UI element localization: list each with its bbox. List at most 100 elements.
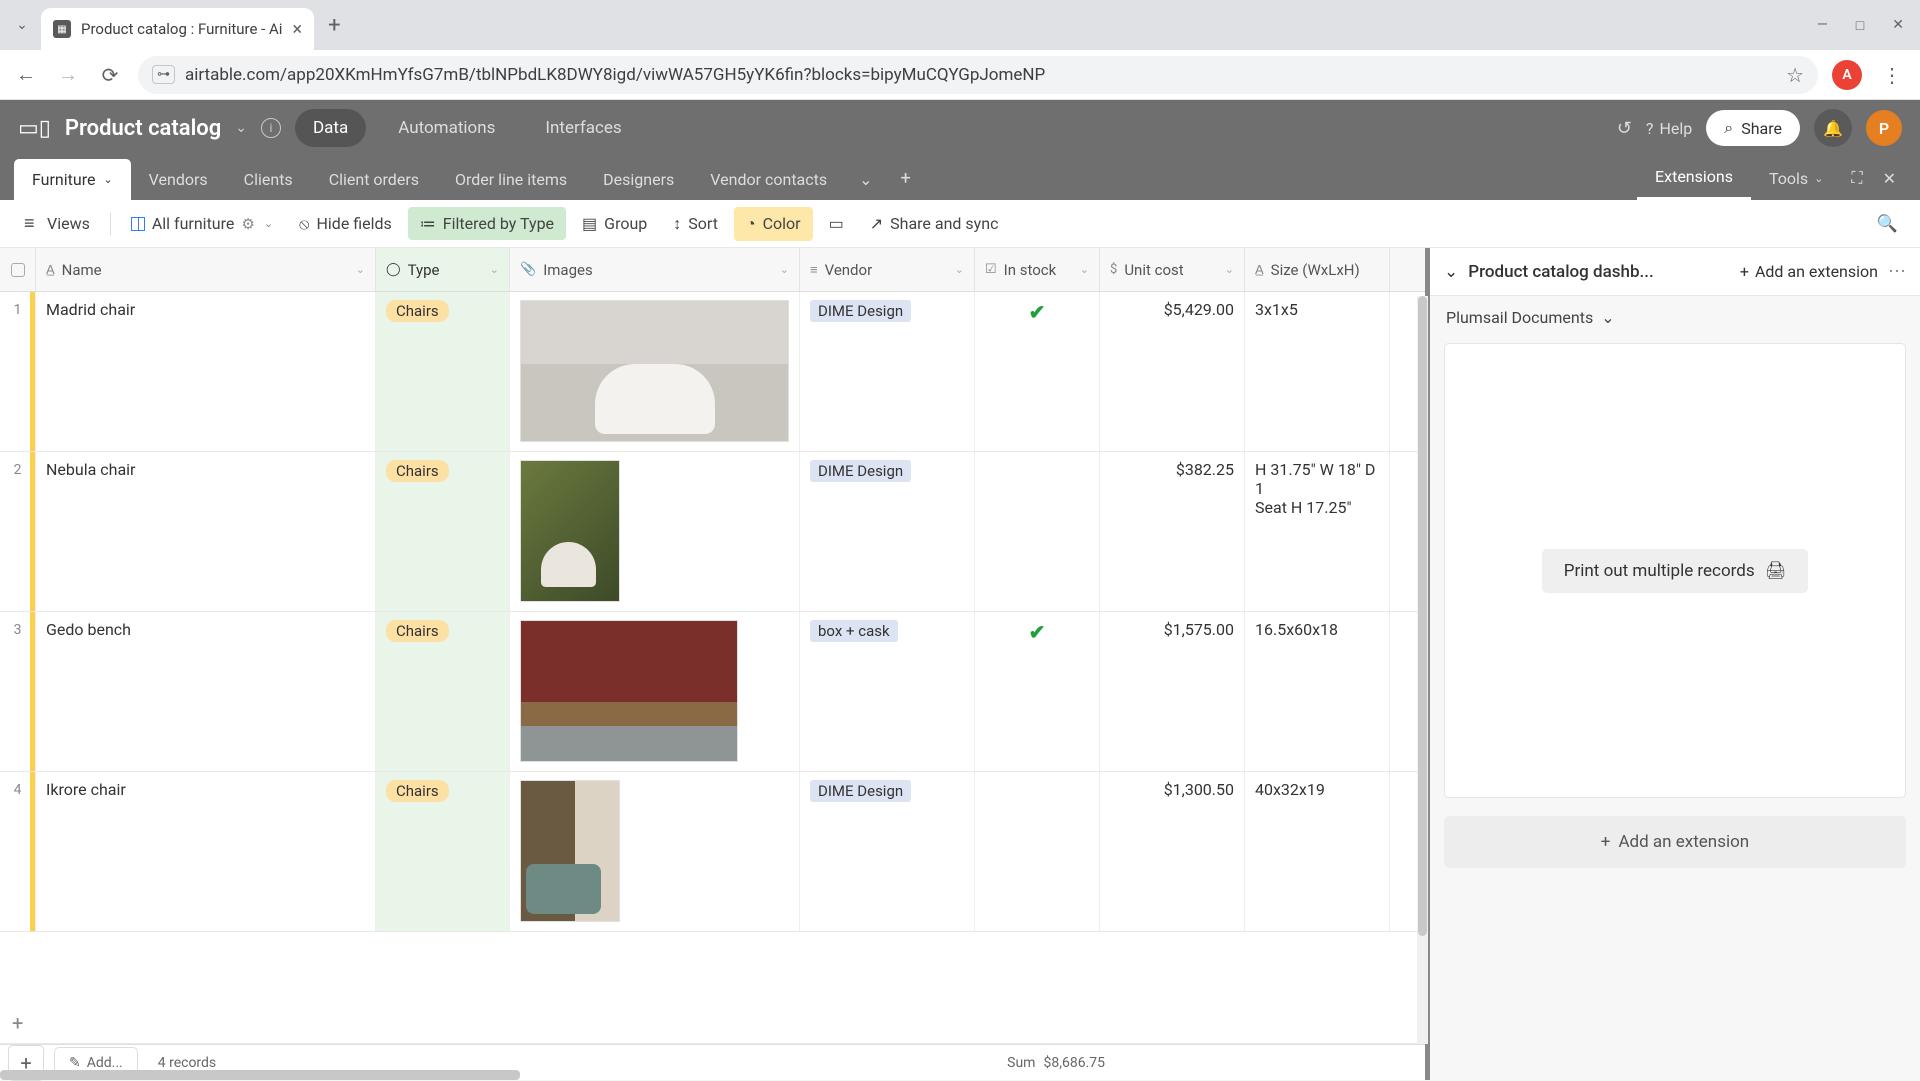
chevron-down-icon[interactable]: ⌄ bbox=[356, 263, 365, 276]
cell-unit-cost[interactable]: $1,300.50 bbox=[1100, 772, 1245, 931]
chevron-down-icon[interactable]: ⌄ bbox=[1225, 263, 1234, 276]
table-tab-designers[interactable]: Designers bbox=[585, 159, 692, 200]
vertical-scrollbar[interactable] bbox=[1417, 296, 1428, 1044]
nav-forward-icon[interactable]: → bbox=[54, 61, 82, 89]
select-all-checkbox[interactable] bbox=[0, 248, 36, 291]
cell-vendor[interactable]: box + cask bbox=[800, 612, 975, 771]
tab-search-dropdown[interactable]: ⌄ bbox=[8, 11, 36, 39]
image-thumbnail[interactable] bbox=[520, 780, 620, 922]
share-sync-button[interactable]: ↗Share and sync bbox=[860, 207, 1009, 240]
column-header-vendor[interactable]: ≡Vendor⌄ bbox=[800, 248, 975, 291]
chrome-menu-icon[interactable]: ⋮ bbox=[1876, 63, 1908, 87]
window-close-icon[interactable]: ✕ bbox=[1892, 17, 1904, 34]
table-row[interactable]: 4Ikrore chairChairsDIME Design$1,300.504… bbox=[0, 772, 1425, 932]
tools-tab[interactable]: Tools⌄ bbox=[1751, 158, 1841, 199]
extensions-tab[interactable]: Extensions bbox=[1637, 156, 1751, 200]
window-minimize-icon[interactable]: — bbox=[1817, 17, 1828, 34]
cell-size[interactable]: H 31.75" W 18" D 1 Seat H 17.25" bbox=[1245, 452, 1390, 611]
dashboard-title[interactable]: Product catalog dashb... bbox=[1468, 262, 1730, 282]
horizontal-scrollbar[interactable] bbox=[0, 1070, 520, 1080]
cell-name[interactable]: Gedo bench bbox=[36, 612, 376, 771]
table-row[interactable]: 3Gedo benchChairsbox + cask✔$1,575.0016.… bbox=[0, 612, 1425, 772]
site-controls-icon[interactable]: ⊶ bbox=[152, 65, 175, 84]
cell-vendor[interactable]: DIME Design bbox=[800, 292, 975, 451]
collapse-icon[interactable]: ⌄ bbox=[1444, 262, 1458, 282]
column-header-in-stock[interactable]: ☑In stock⌄ bbox=[975, 248, 1100, 291]
chrome-profile-avatar[interactable]: A bbox=[1832, 60, 1862, 90]
table-row[interactable]: 2Nebula chairChairsDIME Design$382.25H 3… bbox=[0, 452, 1425, 612]
chevron-down-icon[interactable]: ⌄ bbox=[1080, 263, 1089, 276]
chevron-down-icon[interactable]: ⌄ bbox=[955, 263, 964, 276]
cell-images[interactable] bbox=[510, 772, 800, 931]
column-header-name[interactable]: A̲Name⌄ bbox=[36, 248, 376, 291]
image-thumbnail[interactable] bbox=[520, 620, 738, 762]
image-thumbnail[interactable] bbox=[520, 460, 620, 602]
notifications-button[interactable]: 🔔 bbox=[1814, 109, 1852, 147]
table-tab-vendor-contacts[interactable]: Vendor contacts bbox=[692, 159, 845, 200]
column-header-type[interactable]: ◯Type⌄ bbox=[376, 248, 510, 291]
cell-unit-cost[interactable]: $5,429.00 bbox=[1100, 292, 1245, 451]
window-maximize-icon[interactable]: □ bbox=[1856, 17, 1864, 34]
info-icon[interactable]: i bbox=[261, 118, 281, 138]
hide-fields-button[interactable]: ⦸Hide fields bbox=[289, 207, 402, 241]
chevron-down-icon[interactable]: ⌄ bbox=[490, 263, 499, 276]
table-tab-clients[interactable]: Clients bbox=[226, 159, 311, 200]
search-button[interactable]: 🔍 bbox=[1869, 206, 1906, 242]
cell-type[interactable]: Chairs bbox=[376, 772, 510, 931]
cell-unit-cost[interactable]: $382.25 bbox=[1100, 452, 1245, 611]
column-header-size[interactable]: A̲Size (WxLxH) bbox=[1245, 248, 1390, 291]
group-button[interactable]: ▤Group bbox=[572, 207, 657, 240]
chevron-down-icon[interactable]: ⌄ bbox=[780, 263, 789, 276]
add-record-button[interactable]: + bbox=[0, 1002, 1425, 1044]
nav-reload-icon[interactable]: ⟳ bbox=[96, 61, 124, 89]
browser-tab[interactable]: ▦ Product catalog : Furniture - Ai × bbox=[41, 8, 314, 50]
column-header-images[interactable]: 📎Images⌄ bbox=[510, 248, 800, 291]
column-header-unit-cost[interactable]: $Unit cost⌄ bbox=[1100, 248, 1245, 291]
table-tab-more-icon[interactable]: ⌄ bbox=[845, 159, 886, 200]
share-button[interactable]: ⌕Share bbox=[1706, 110, 1800, 146]
bookmark-star-icon[interactable]: ☆ bbox=[1786, 63, 1804, 87]
cell-in-stock[interactable]: ✔ bbox=[975, 292, 1100, 451]
add-table-button[interactable]: + bbox=[887, 157, 925, 200]
cell-images[interactable] bbox=[510, 612, 800, 771]
image-thumbnail[interactable] bbox=[520, 300, 789, 442]
base-title[interactable]: Product catalog bbox=[65, 116, 221, 141]
help-button[interactable]: ?Help bbox=[1646, 119, 1692, 138]
history-icon[interactable]: ↺ bbox=[1617, 118, 1632, 139]
extension-block-header[interactable]: Plumsail Documents⌄ bbox=[1430, 296, 1920, 339]
add-extension-link[interactable]: +Add an extension bbox=[1740, 262, 1878, 281]
cell-images[interactable] bbox=[510, 292, 800, 451]
cell-images[interactable] bbox=[510, 452, 800, 611]
row-height-button[interactable]: ▭ bbox=[819, 207, 854, 240]
add-extension-button[interactable]: +Add an extension bbox=[1444, 816, 1906, 868]
cell-name[interactable]: Nebula chair bbox=[36, 452, 376, 611]
cell-size[interactable]: 16.5x60x18 bbox=[1245, 612, 1390, 771]
cell-size[interactable]: 3x1x5 bbox=[1245, 292, 1390, 451]
cell-in-stock[interactable] bbox=[975, 452, 1100, 611]
nav-automations[interactable]: Automations bbox=[380, 109, 513, 147]
print-records-button[interactable]: Print out multiple records🖨 bbox=[1542, 549, 1808, 593]
tab-close-icon[interactable]: × bbox=[292, 19, 302, 40]
cell-type[interactable]: Chairs bbox=[376, 452, 510, 611]
new-tab-button[interactable]: + bbox=[328, 13, 340, 38]
cell-name[interactable]: Madrid chair bbox=[36, 292, 376, 451]
summary-cell[interactable]: Sum$8,686.75 bbox=[1007, 1055, 1105, 1071]
cell-name[interactable]: Ikrore chair bbox=[36, 772, 376, 931]
cell-vendor[interactable]: DIME Design bbox=[800, 452, 975, 611]
user-avatar[interactable]: P bbox=[1866, 110, 1902, 146]
cell-vendor[interactable]: DIME Design bbox=[800, 772, 975, 931]
nav-back-icon[interactable]: ← bbox=[12, 61, 40, 89]
cell-in-stock[interactable] bbox=[975, 772, 1100, 931]
table-tab-client-orders[interactable]: Client orders bbox=[311, 159, 437, 200]
table-row[interactable]: 1Madrid chairChairsDIME Design✔$5,429.00… bbox=[0, 292, 1425, 452]
filter-button[interactable]: ≔Filtered by Type bbox=[408, 207, 566, 240]
sort-button[interactable]: ↕Sort bbox=[663, 207, 728, 241]
close-panel-icon[interactable]: ✕ bbox=[1873, 158, 1906, 199]
table-tab-order-line-items[interactable]: Order line items bbox=[437, 159, 585, 200]
nav-interfaces[interactable]: Interfaces bbox=[527, 109, 639, 147]
cell-unit-cost[interactable]: $1,575.00 bbox=[1100, 612, 1245, 771]
nav-data[interactable]: Data bbox=[295, 109, 366, 147]
address-bar[interactable]: ⊶ airtable.com/app20XKmHmYfsG7mB/tblNPbd… bbox=[138, 56, 1818, 94]
cell-size[interactable]: 40x32x19 bbox=[1245, 772, 1390, 931]
views-button[interactable]: Views bbox=[14, 206, 100, 241]
